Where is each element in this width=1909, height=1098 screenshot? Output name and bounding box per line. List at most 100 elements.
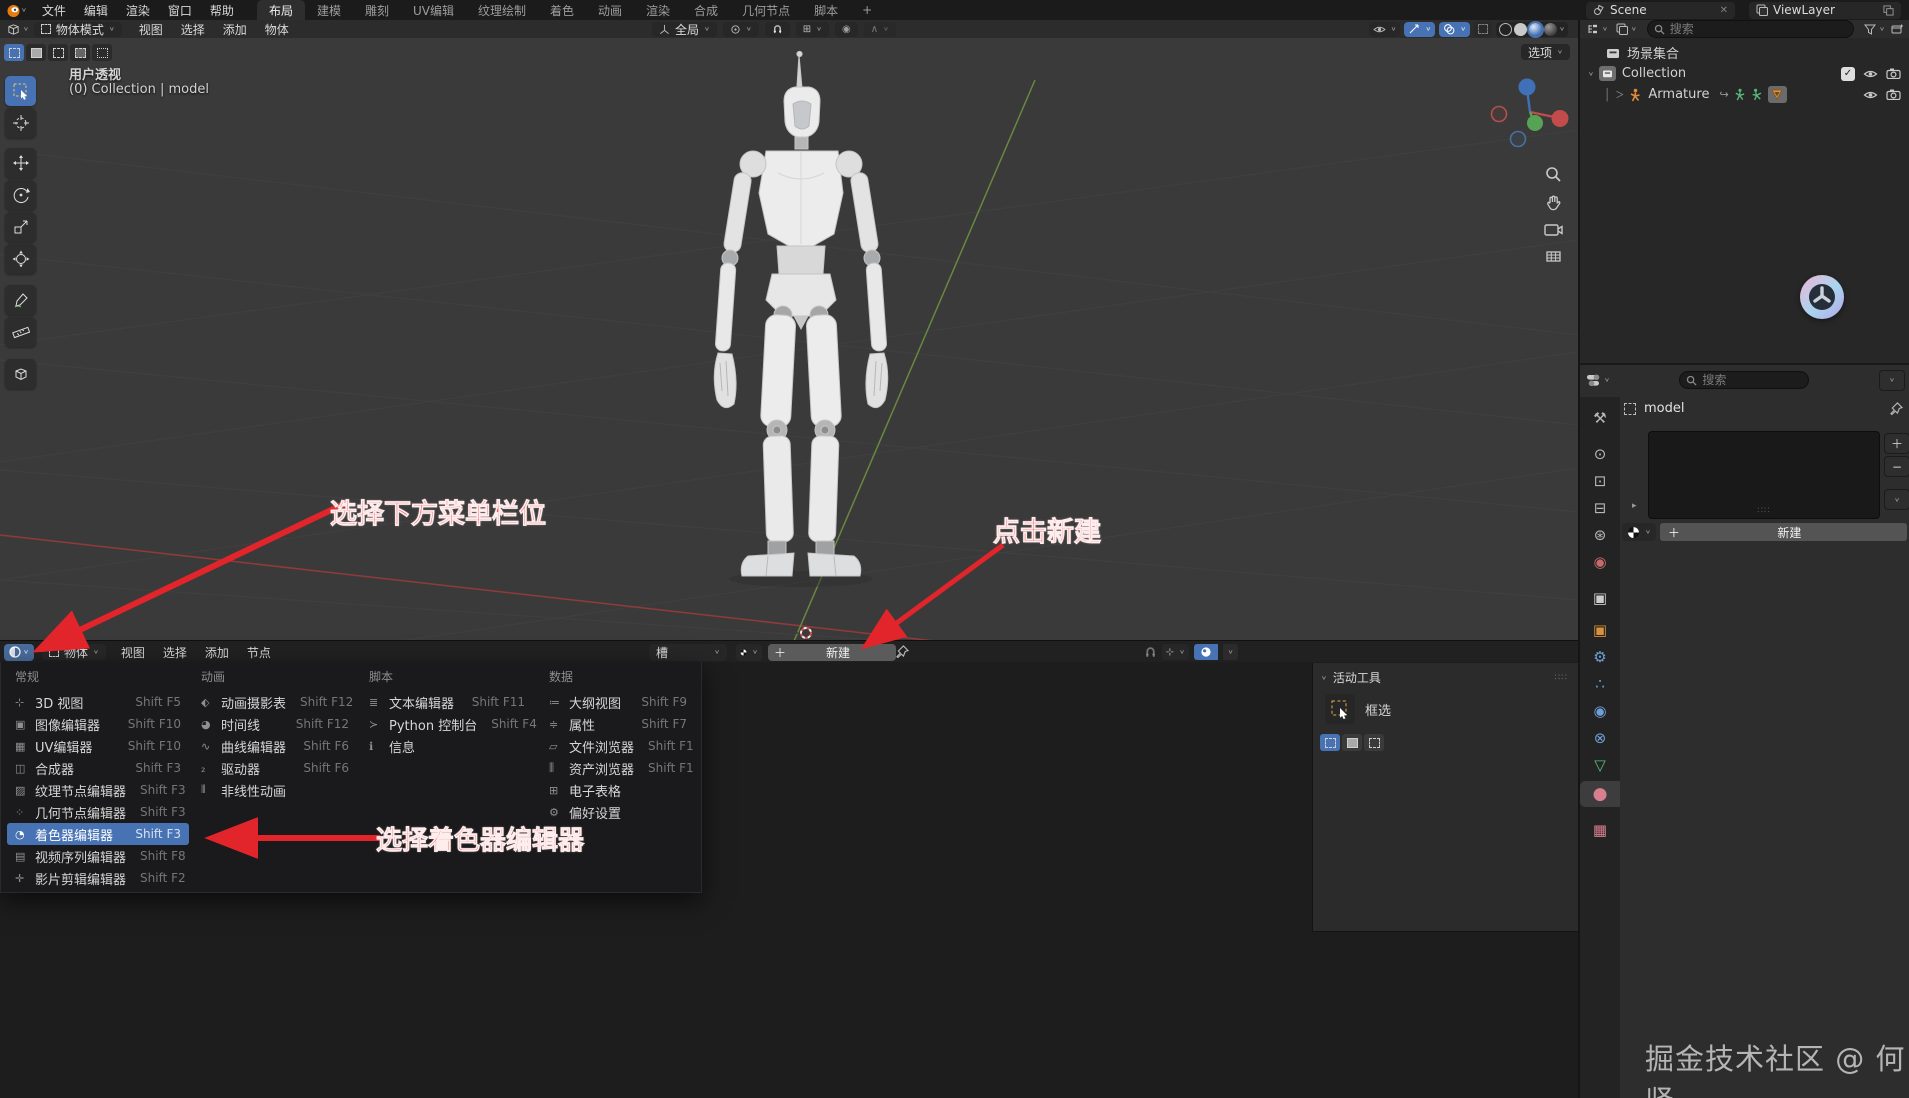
menu-help[interactable]: 帮助	[201, 2, 243, 19]
camera-view-icon[interactable]	[1544, 222, 1563, 237]
viewport-3d[interactable]: 选项 ∨ 用户透视 (0) Collection | model	[0, 38, 1578, 640]
tab-constraints[interactable]: ⊗	[1580, 725, 1620, 751]
shading-material-button[interactable]	[1529, 22, 1543, 36]
menu-item-properties[interactable]: ≑ 属性 Shift F7	[541, 713, 695, 735]
tab-object-data[interactable]: ▽	[1580, 752, 1620, 778]
shading-solid-button[interactable]	[1514, 22, 1528, 36]
outliner-search-input[interactable]	[1646, 20, 1855, 38]
shader-editor-body[interactable]: ∨ 活动工具 ∷∷ 框选 常规 ⊹ 3D 视图 Shift F5 ▣ 图像编辑器 S	[0, 662, 1578, 1098]
pan-hand-icon[interactable]	[1545, 194, 1562, 211]
menu-item-uv-editor[interactable]: ▦ UV编辑器 Shift F10	[7, 735, 189, 757]
menu-item-asset-browser[interactable]: ⫼ 资产浏览器 Shift F1	[541, 757, 695, 779]
viewlayer-selector[interactable]: ViewLayer	[1749, 1, 1901, 19]
slot-selector[interactable]: 槽 ∨	[649, 643, 727, 661]
active-tool-panel-header[interactable]: ∨ 活动工具 ∷∷	[1313, 663, 1578, 690]
ed-menu-view[interactable]: 视图	[112, 644, 154, 661]
shading-rendered-button[interactable]	[1544, 22, 1558, 36]
tab-render[interactable]: ⊙	[1580, 441, 1620, 467]
workspace-tab-rendering[interactable]: 渲染	[634, 0, 682, 21]
gizmos-toggle[interactable]: ∨	[1404, 21, 1436, 37]
ed-overlays-dropdown[interactable]: ∨	[1223, 644, 1238, 660]
tab-tool[interactable]: ⚒	[1580, 405, 1620, 431]
shading-wireframe-button[interactable]	[1499, 22, 1513, 36]
properties-search-input[interactable]	[1679, 371, 1810, 389]
collection-hide-eye-icon[interactable]	[1863, 69, 1878, 79]
vp-menu-add[interactable]: 添加	[214, 21, 256, 38]
scene-unlink-icon[interactable]: ✕	[1720, 5, 1728, 16]
ed-menu-node[interactable]: 节点	[238, 644, 280, 661]
workspace-tab-geometrynodes[interactable]: 几何节点	[730, 0, 802, 21]
workspace-tab-texturepaint[interactable]: 纹理绘制	[466, 0, 538, 21]
transform-tool[interactable]	[5, 244, 36, 274]
menu-item-info[interactable]: ℹ 信息	[361, 735, 533, 757]
addon-logo-badge[interactable]	[1800, 275, 1844, 319]
tab-output[interactable]: ⊡	[1580, 468, 1620, 494]
vp-menu-object[interactable]: 物体	[256, 21, 298, 38]
workspace-tab-layout[interactable]: 布局	[256, 0, 305, 21]
scene-selector[interactable]: Scene ✕	[1586, 1, 1735, 19]
workspace-tab-scripting[interactable]: 脚本	[802, 0, 850, 21]
add-slot-button[interactable]: ＋	[1884, 433, 1909, 454]
properties-search[interactable]	[1679, 371, 1810, 389]
new-material-data-button[interactable]: ＋ 新建	[1659, 523, 1907, 541]
npanel-mode-extend-button[interactable]	[1342, 734, 1362, 751]
workspace-tab-animation[interactable]: 动画	[586, 0, 634, 21]
npanel-mode-subtract-button[interactable]	[1364, 734, 1384, 751]
workspace-tab-modeling[interactable]: 建模	[305, 0, 353, 21]
rotate-tool[interactable]	[5, 180, 36, 210]
outliner-editor-type-button[interactable]: ∨	[1580, 23, 1612, 35]
menu-item-graph-editor[interactable]: ∿ 曲线编辑器 Shift F6	[193, 735, 357, 757]
select-mode-extend-button[interactable]	[26, 44, 46, 61]
editor-type-button[interactable]: ∨	[4, 643, 34, 661]
properties-pin-icon[interactable]	[1890, 402, 1903, 415]
viewport-options-button[interactable]: 选项 ∨	[1521, 44, 1570, 60]
menu-item-python-console[interactable]: ≻ Python 控制台 Shift F4	[361, 713, 537, 735]
remove-slot-button[interactable]: −	[1884, 456, 1909, 477]
menu-item-drivers[interactable]: ₂ 驱动器 Shift F6	[193, 757, 357, 779]
viewport-editor-type-button[interactable]: ∨	[0, 23, 34, 36]
snap-toggle[interactable]	[764, 21, 790, 37]
outliner-row-armature[interactable]: | ＞ Armature ↪	[1580, 84, 1909, 105]
tab-scene[interactable]: ⊛	[1580, 522, 1620, 548]
panel-grip[interactable]: ∷∷	[1555, 673, 1568, 683]
outliner-row-collection[interactable]: ∨ Collection ✓	[1580, 63, 1909, 84]
workspace-tab-sculpting[interactable]: 雕刻	[353, 0, 401, 21]
collection-checkbox[interactable]: ✓	[1841, 66, 1855, 81]
menu-item-text-editor[interactable]: ≣ 文本编辑器 Shift F11	[361, 691, 533, 713]
menu-item-file-browser[interactable]: ▱ 文件浏览器 Shift F1	[541, 735, 695, 757]
ortho-grid-icon[interactable]	[1545, 248, 1562, 265]
slots-expand-icon[interactable]: ▸	[1632, 501, 1637, 511]
robot-model[interactable]	[685, 48, 925, 593]
workspace-tab-add[interactable]: +	[850, 1, 884, 19]
navigation-gizmo[interactable]	[1488, 70, 1572, 154]
annotate-tool[interactable]	[5, 285, 36, 315]
object-visibility-toggle[interactable]: ∨	[1368, 21, 1401, 37]
select-mode-new-button[interactable]	[4, 44, 24, 61]
add-cube-tool[interactable]	[5, 359, 36, 389]
tab-collection[interactable]: ▣	[1580, 585, 1620, 611]
measure-tool[interactable]	[5, 317, 36, 347]
properties-editor-type-button[interactable]: ∨	[1586, 374, 1610, 387]
menu-item-texture-nodes[interactable]: ▨ 纹理节点编辑器 Shift F3	[7, 779, 189, 801]
menu-item-3d-viewport[interactable]: ⊹ 3D 视图 Shift F5	[7, 691, 189, 713]
tab-physics[interactable]: ◉	[1580, 698, 1620, 724]
tab-object[interactable]: ▣	[1580, 617, 1620, 643]
shader-type-selector[interactable]: 物体 ∨	[42, 644, 106, 660]
ed-menu-add[interactable]: 添加	[196, 644, 238, 661]
menu-item-image-editor[interactable]: ▣ 图像编辑器 Shift F10	[7, 713, 189, 735]
outliner-search[interactable]	[1646, 20, 1855, 38]
ed-snap-magnet-icon[interactable]	[1144, 646, 1157, 659]
outliner-display-mode-button[interactable]: ∨	[1612, 23, 1641, 35]
armature-hide-eye-icon[interactable]	[1863, 90, 1878, 100]
blender-logo-icon[interactable]: ∨	[0, 3, 33, 18]
outliner-row-scene-collection[interactable]: 场景集合	[1580, 42, 1909, 63]
workspace-tab-compositing[interactable]: 合成	[682, 0, 730, 21]
select-mode-intersect-button[interactable]	[92, 44, 112, 61]
pivot-point-selector[interactable]: ∨	[722, 21, 759, 37]
ed-overlays-toggle[interactable]	[1194, 644, 1218, 660]
ed-menu-select[interactable]: 选择	[154, 644, 196, 661]
tab-material[interactable]: ●	[1580, 781, 1620, 807]
mode-selector[interactable]: 物体模式 ∨	[33, 21, 122, 37]
properties-options-button[interactable]: ∨	[1878, 369, 1905, 391]
menu-item-video-sequencer[interactable]: ▤ 视频序列编辑器 Shift F8	[7, 845, 189, 867]
